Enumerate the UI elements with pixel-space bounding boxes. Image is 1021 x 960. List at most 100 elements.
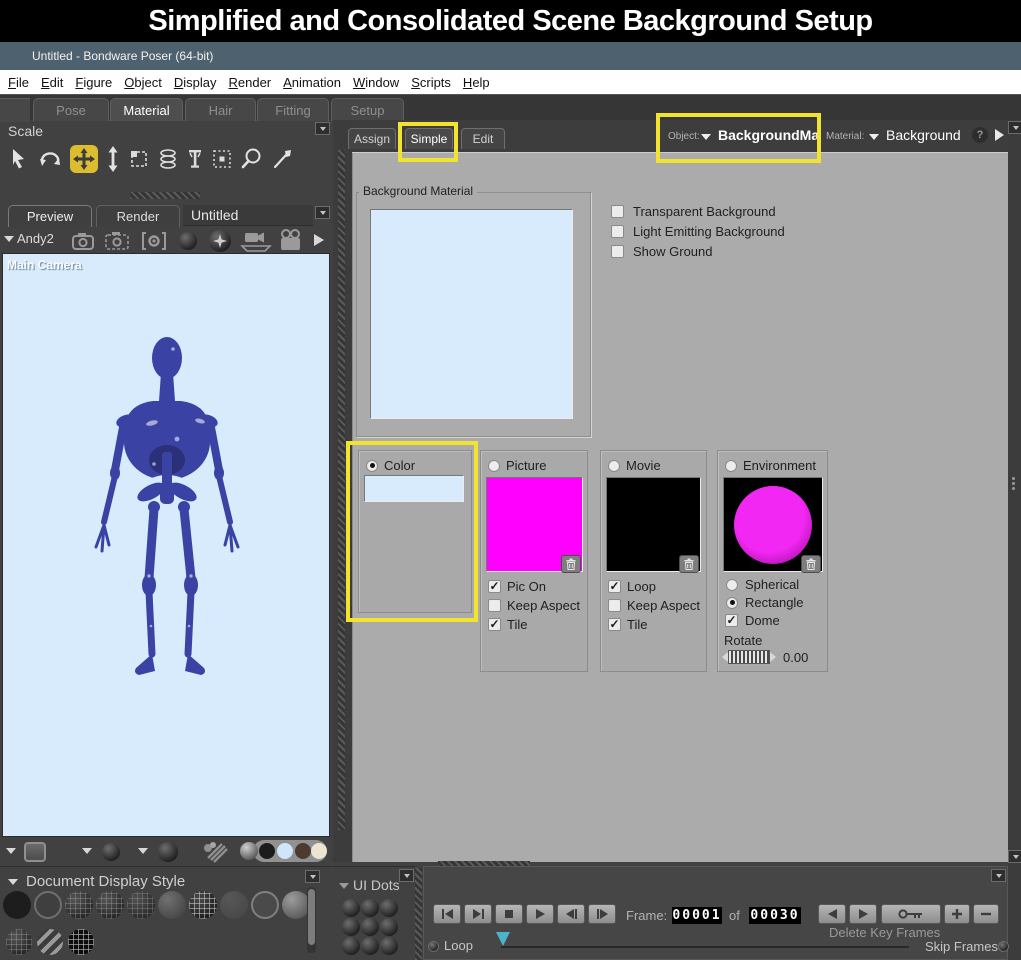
picture-keep-aspect-checkbox[interactable] — [488, 599, 501, 612]
tab-preview[interactable]: Preview — [8, 205, 92, 227]
tab-hair[interactable]: Hair — [185, 98, 256, 121]
color-swatch[interactable] — [364, 475, 464, 502]
total-frames-field[interactable]: 00030 — [749, 907, 801, 924]
prev-key-button[interactable] — [818, 904, 846, 924]
scrollbar-thumb[interactable] — [308, 889, 315, 945]
style-silhouette[interactable] — [3, 891, 31, 919]
transparent-background-checkbox[interactable] — [611, 205, 624, 218]
color-source-radio[interactable] — [366, 460, 378, 472]
camera-plane-icon[interactable] — [240, 229, 272, 253]
header-menu-button[interactable] — [1008, 121, 1021, 134]
menu-figure[interactable]: Figure — [69, 71, 118, 94]
tab-simple[interactable]: Simple — [405, 128, 453, 149]
camera-next-arrow-icon[interactable] — [313, 233, 325, 247]
movie-tile-checkbox[interactable] — [608, 618, 621, 631]
step-back-button[interactable] — [557, 904, 585, 924]
trackball-icon[interactable] — [179, 232, 197, 250]
style-hidden-line[interactable] — [96, 891, 124, 919]
style-outline[interactable] — [34, 891, 62, 919]
help-icon[interactable]: ? — [972, 127, 988, 143]
style-cartoon[interactable] — [220, 891, 248, 919]
scrubber-handle[interactable] — [496, 932, 510, 946]
doc-style-box-button[interactable] — [24, 842, 46, 862]
style-flat-lined[interactable] — [189, 891, 217, 919]
spherical-radio[interactable] — [726, 579, 738, 591]
twist-tool-icon[interactable] — [157, 147, 179, 171]
header-next-arrow-icon[interactable] — [994, 128, 1005, 142]
bg-color-brown-swatch[interactable] — [295, 843, 311, 859]
background-material-swatch[interactable] — [370, 209, 573, 419]
bg-color-blue-swatch[interactable] — [277, 843, 293, 859]
doc-style-arrow-icon[interactable] — [6, 848, 16, 854]
current-frame-field[interactable]: 00001 — [672, 907, 722, 924]
dial-right-arrow-icon[interactable] — [770, 652, 776, 662]
tab-render[interactable]: Render — [96, 205, 180, 227]
grouping-tool-icon[interactable] — [211, 148, 233, 170]
menu-scripts[interactable]: Scripts — [405, 71, 457, 94]
vertical-splitter[interactable] — [333, 120, 352, 862]
film-camera-icon[interactable] — [277, 229, 305, 253]
style-smooth-outline[interactable] — [251, 891, 279, 919]
first-frame-button[interactable] — [433, 904, 461, 924]
camera-brackets-icon[interactable] — [140, 230, 168, 252]
environment-source-radio[interactable] — [725, 460, 737, 472]
movie-keep-aspect-checkbox[interactable] — [608, 599, 621, 612]
style-smooth-shaded[interactable] — [282, 891, 310, 919]
play-button[interactable] — [526, 904, 554, 924]
edge-bottom-menu-button[interactable] — [1008, 850, 1021, 863]
tab-pose[interactable]: Pose — [33, 98, 109, 121]
bg-color-sphere-icon[interactable] — [240, 842, 258, 860]
rectangle-radio[interactable] — [726, 597, 738, 609]
translate-tool-active[interactable] — [70, 145, 98, 173]
display-style-menu-button[interactable] — [305, 870, 320, 883]
tab-edit[interactable]: Edit — [461, 128, 505, 149]
ui-dots-collapse-icon[interactable] — [339, 883, 349, 889]
environment-delete-button[interactable] — [801, 555, 821, 573]
figure-selector-arrow-icon[interactable] — [4, 236, 14, 242]
show-ground-checkbox[interactable] — [611, 245, 624, 258]
stop-button[interactable] — [495, 904, 523, 924]
viewport[interactable]: Main Camera — [2, 253, 330, 837]
style-texture-shaded[interactable] — [6, 929, 32, 955]
edit-keyframes-button[interactable] — [881, 904, 941, 924]
rotate-tool-icon[interactable] — [37, 147, 63, 171]
menu-window[interactable]: Window — [347, 71, 405, 94]
picture-source-radio[interactable] — [488, 460, 500, 472]
bg-color-cream-swatch[interactable] — [311, 843, 327, 859]
camera-dolly-icon[interactable] — [103, 230, 133, 252]
picture-tile-checkbox[interactable] — [488, 618, 501, 631]
tool-panel-menu-button[interactable] — [315, 122, 330, 135]
ui-dot[interactable] — [342, 899, 360, 917]
camera-icon[interactable] — [70, 230, 98, 252]
document-panel-menu-button[interactable] — [315, 206, 330, 219]
rotate-value[interactable]: 0.00 — [783, 650, 808, 665]
figure-style-ball-icon[interactable] — [102, 843, 120, 861]
skip-frames-indicator[interactable] — [998, 941, 1009, 952]
ui-dot[interactable] — [361, 899, 379, 917]
timeline-menu-button[interactable] — [991, 869, 1006, 882]
picture-delete-button[interactable] — [561, 555, 581, 573]
style-flat-shaded[interactable] — [158, 891, 186, 919]
loop-indicator[interactable] — [428, 941, 439, 952]
remove-keyframe-button[interactable] — [973, 904, 999, 924]
figure-selector[interactable]: Andy2 — [17, 231, 54, 246]
style-wire-black[interactable] — [68, 929, 94, 955]
scale-tool-icon[interactable] — [128, 148, 150, 170]
style-brush-icon[interactable] — [200, 840, 230, 864]
view-magnifier-tool-icon[interactable] — [240, 147, 264, 171]
display-style-collapse-icon[interactable] — [8, 879, 18, 885]
style-wireframe[interactable] — [65, 891, 93, 919]
style-striped[interactable] — [37, 929, 63, 955]
step-forward-button[interactable] — [588, 904, 616, 924]
dial-track[interactable] — [728, 650, 770, 664]
ui-dots-menu-button[interactable] — [399, 869, 414, 882]
rotate-dial[interactable] — [722, 650, 776, 664]
object-dropdown-icon[interactable] — [701, 134, 711, 140]
pic-on-checkbox[interactable] — [488, 580, 501, 593]
movie-source-radio[interactable] — [608, 460, 620, 472]
translate-in-out-tool-icon[interactable] — [105, 146, 121, 172]
timeline-scrubber-track[interactable] — [501, 946, 909, 948]
add-keyframe-button[interactable] — [944, 904, 970, 924]
ui-dot[interactable] — [361, 937, 379, 955]
menu-render[interactable]: Render — [222, 71, 277, 94]
